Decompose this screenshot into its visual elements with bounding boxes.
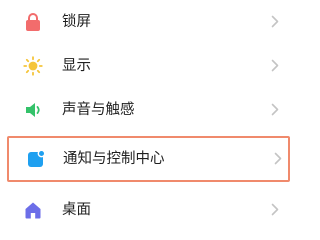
settings-item-label: 桌面 bbox=[62, 202, 91, 218]
settings-item-label: 锁屏 bbox=[62, 14, 91, 30]
settings-item-sound[interactable]: 声音与触感 bbox=[0, 88, 300, 132]
settings-item-display[interactable]: 显示 bbox=[0, 44, 300, 88]
settings-item-home-screen[interactable]: 桌面 bbox=[0, 188, 300, 232]
settings-list: 锁屏 显示 声音与触感 通知与控制中心 桌面 bbox=[0, 0, 300, 225]
sun-icon bbox=[23, 56, 43, 76]
notification-icon bbox=[26, 149, 46, 169]
speaker-icon bbox=[23, 100, 43, 120]
chevron-right-icon bbox=[274, 152, 282, 165]
chevron-right-icon bbox=[271, 203, 279, 216]
settings-item-label: 显示 bbox=[62, 58, 91, 74]
settings-item-label: 通知与控制中心 bbox=[63, 151, 165, 167]
chevron-right-icon bbox=[271, 15, 279, 28]
lock-icon bbox=[23, 12, 43, 32]
settings-item-label: 声音与触感 bbox=[62, 102, 135, 118]
settings-item-lock-screen[interactable]: 锁屏 bbox=[0, 0, 300, 44]
chevron-right-icon bbox=[271, 103, 279, 116]
home-icon bbox=[23, 200, 43, 220]
settings-item-notifications[interactable]: 通知与控制中心 bbox=[7, 136, 290, 182]
chevron-right-icon bbox=[271, 59, 279, 72]
